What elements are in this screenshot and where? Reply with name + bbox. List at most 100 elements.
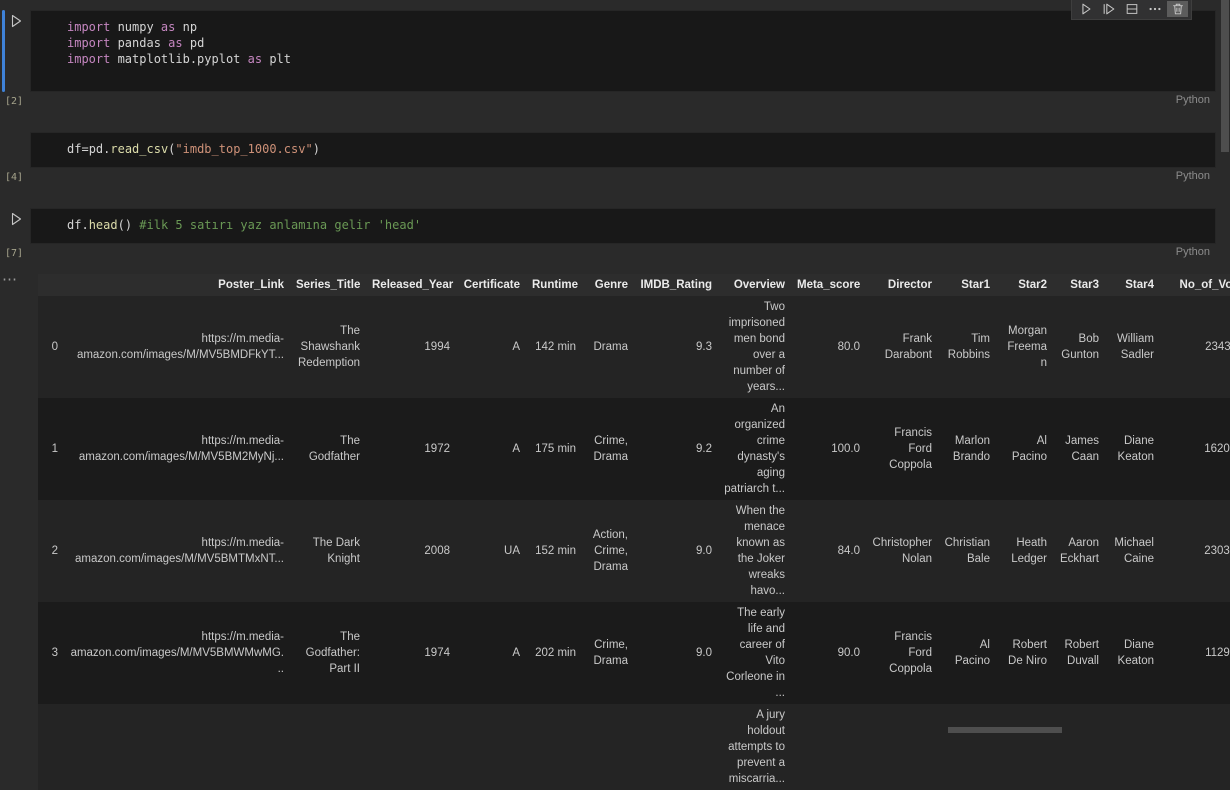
table-cell: [938, 704, 996, 790]
code-line: import matplotlib.pyplot as plt: [67, 51, 1207, 67]
code-editor[interactable]: df=pd.read_csv("imdb_top_1000.csv"): [30, 132, 1216, 168]
dataframe-table: Poster_LinkSeries_TitleReleased_YearCert…: [38, 274, 1230, 790]
column-header: Overview: [718, 274, 791, 296]
horizontal-scrollbar-thumb[interactable]: [948, 727, 1062, 733]
table-cell: [996, 704, 1053, 790]
cell-gutter: [7]: [0, 208, 30, 260]
table-cell: [1053, 704, 1105, 790]
table-cell: 9.0: [634, 602, 718, 704]
table-cell: [634, 704, 718, 790]
table-cell: Christopher Nolan: [866, 500, 938, 602]
table-cell: The Dark Knight: [290, 500, 366, 602]
notebook-cell-list: [2] import numpy as npimport pandas as pd…: [0, 0, 1230, 260]
column-header: [38, 274, 64, 296]
column-header: Star1: [938, 274, 996, 296]
table-cell: https://m.media-amazon.com/images/M/MV5B…: [64, 602, 290, 704]
table-cell: Francis Ford Coppola: [866, 602, 938, 704]
table-cell: [64, 704, 290, 790]
column-header: Series_Title: [290, 274, 366, 296]
notebook-cell: [2] import numpy as npimport pandas as pd…: [0, 10, 1216, 108]
table-cell: 3: [38, 602, 64, 704]
column-header: Star4: [1105, 274, 1160, 296]
table-cell: Morgan Freeman: [996, 296, 1053, 398]
table-cell: 1974: [366, 602, 456, 704]
table-cell: [366, 704, 456, 790]
table-cell: https://m.media-amazon.com/images/M/MV5B…: [64, 398, 290, 500]
table-cell: An organized crime dynasty's aging patri…: [718, 398, 791, 500]
table-cell: Heath Ledger: [996, 500, 1053, 602]
cell-output-area: ⋯ Poster_LinkSeries_TitleReleased_YearCe…: [0, 274, 1230, 790]
table-cell: [290, 704, 366, 790]
column-header: IMDB_Rating: [634, 274, 718, 296]
table-cell: 84.0: [791, 500, 866, 602]
run-cell-button[interactable]: [7, 13, 25, 31]
code-line: import pandas as pd: [67, 35, 1207, 51]
table-cell: A: [456, 602, 526, 704]
run-cell-icon[interactable]: [1075, 1, 1096, 17]
language-picker[interactable]: Python: [1176, 94, 1210, 106]
table-cell: Drama: [582, 296, 634, 398]
run-cell-button[interactable]: [7, 211, 25, 229]
table-cell: 152 min: [526, 500, 582, 602]
column-header: Genre: [582, 274, 634, 296]
table-cell: 90.0: [791, 602, 866, 704]
table-cell: Robert De Niro: [996, 602, 1053, 704]
output-more-button[interactable]: ⋯: [2, 270, 18, 288]
column-header: Director: [866, 274, 938, 296]
vertical-scrollbar[interactable]: [1220, 0, 1230, 734]
table-cell: Robert Duvall: [1053, 602, 1105, 704]
table-cell: Christian Bale: [938, 500, 996, 602]
split-cell-icon[interactable]: [1121, 1, 1142, 17]
vertical-scrollbar-thumb[interactable]: [1221, 0, 1229, 152]
table-cell: [791, 704, 866, 790]
column-header: Meta_score: [791, 274, 866, 296]
code-line: df=pd.read_csv("imdb_top_1000.csv"): [67, 141, 1207, 157]
language-picker[interactable]: Python: [1176, 246, 1210, 258]
column-header: Released_Year: [366, 274, 456, 296]
table-cell: 142 min: [526, 296, 582, 398]
table-cell: Two imprisoned men bond over a number of…: [718, 296, 791, 398]
table-row: A jury holdout attempts to prevent a mis…: [38, 704, 1230, 790]
table-cell: Al Pacino: [996, 398, 1053, 500]
table-row: 1https://m.media-amazon.com/images/M/MV5…: [38, 398, 1230, 500]
table-cell: James Caan: [1053, 398, 1105, 500]
code-editor[interactable]: import numpy as npimport pandas as pdimp…: [30, 10, 1216, 92]
table-cell: Crime, Drama: [582, 398, 634, 500]
table-cell: [582, 704, 634, 790]
table-cell: 9.3: [634, 296, 718, 398]
table-cell: Bob Gunton: [1053, 296, 1105, 398]
column-header: Runtime: [526, 274, 582, 296]
delete-cell-icon[interactable]: [1167, 1, 1188, 17]
column-header: Poster_Link: [64, 274, 290, 296]
table-cell: 1: [38, 398, 64, 500]
table-cell: 9.0: [634, 500, 718, 602]
execution-count: [2]: [5, 96, 23, 107]
table-cell: 202 min: [526, 602, 582, 704]
table-cell: The Shawshank Redemption: [290, 296, 366, 398]
more-actions-icon[interactable]: [1144, 1, 1165, 17]
table-cell: Diane Keaton: [1105, 602, 1160, 704]
table-cell: [526, 704, 582, 790]
table-cell: Action, Crime, Drama: [582, 500, 634, 602]
table-cell: https://m.media-amazon.com/images/M/MV5B…: [64, 500, 290, 602]
table-cell: 80.0: [791, 296, 866, 398]
table-cell: [1105, 704, 1160, 790]
table-header-row: Poster_LinkSeries_TitleReleased_YearCert…: [38, 274, 1230, 296]
code-editor[interactable]: df.head() #ilk 5 satırı yaz anlamına gel…: [30, 208, 1216, 244]
table-cell: [866, 704, 938, 790]
horizontal-scrollbar[interactable]: [0, 726, 1230, 734]
table-cell: When the menace known as the Joker wreak…: [718, 500, 791, 602]
table-cell: [456, 704, 526, 790]
table-cell: https://m.media-amazon.com/images/M/MV5B…: [64, 296, 290, 398]
cell-status-bar: Python: [30, 244, 1216, 260]
notebook-cell: [7]df.head() #ilk 5 satırı yaz anlamına …: [0, 208, 1216, 260]
language-picker[interactable]: Python: [1176, 170, 1210, 182]
table-cell: [38, 704, 64, 790]
cell-status-bar: Python: [30, 168, 1216, 184]
table-cell: 175 min: [526, 398, 582, 500]
cell-status-bar: Python: [30, 92, 1216, 108]
run-below-icon[interactable]: [1098, 1, 1119, 17]
column-header: Star2: [996, 274, 1053, 296]
table-row: 0https://m.media-amazon.com/images/M/MV5…: [38, 296, 1230, 398]
table-cell: 1994: [366, 296, 456, 398]
